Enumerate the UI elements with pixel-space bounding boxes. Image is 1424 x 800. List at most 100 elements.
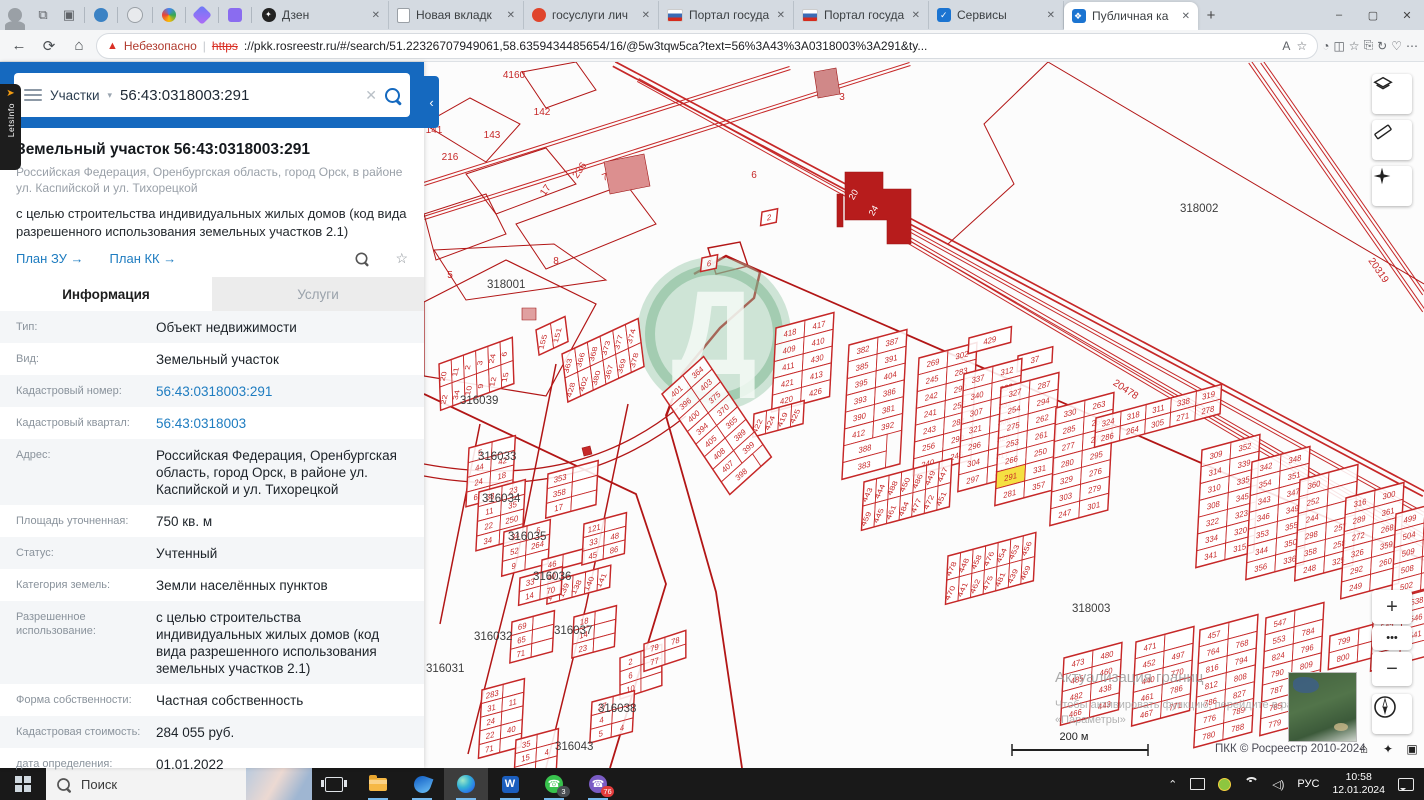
search-icon[interactable] <box>385 87 400 103</box>
antivirus-icon[interactable] <box>1218 777 1232 791</box>
parcel-cluster: 429 <box>967 325 1013 355</box>
security-warning-icon[interactable]: ▲ <box>107 40 118 52</box>
discover-icon[interactable]: ◔ <box>1322 39 1329 53</box>
scale-bar: 200 м <box>1011 731 1149 756</box>
wifi-icon[interactable] <box>1244 776 1260 792</box>
cadastral-quarter-label: 316037 <box>554 625 592 637</box>
tab-close-icon[interactable]: ✕ <box>1047 10 1055 21</box>
window-minimize-button[interactable]: – <box>1322 9 1356 21</box>
language-indicator[interactable]: РУС <box>1297 778 1319 790</box>
profile-avatar-icon[interactable] <box>5 8 25 30</box>
browser-tab[interactable]: Сервисы ✕ <box>929 1 1064 29</box>
pinned-tab-3[interactable] <box>162 8 176 22</box>
browser-tab[interactable]: Дзен ✕ <box>254 1 389 29</box>
notification-center-icon[interactable] <box>1398 777 1414 791</box>
zoom-in-button[interactable]: + <box>1372 590 1412 624</box>
panel-collapse-button[interactable]: ‹ <box>424 76 439 128</box>
cadastral-map[interactable]: Д 418 417 409 410 411 430 421 413 420 426 422 424 419… <box>424 62 1424 768</box>
browser-tab[interactable]: Портал госуда ✕ <box>659 1 794 29</box>
tab-services[interactable]: Услуги <box>212 277 424 311</box>
pinned-tab-1[interactable] <box>94 8 108 22</box>
favorite-star-icon[interactable]: ☆ <box>395 250 408 267</box>
clear-search-icon[interactable]: ✕ <box>365 87 377 104</box>
letsinfo-extension-tab[interactable]: ➤ LetsInfo <box>0 84 21 170</box>
ruler-icon <box>1374 124 1392 140</box>
plan-kk-link[interactable]: План КК → <box>110 251 177 266</box>
favorites-icon[interactable]: ☆ <box>1349 39 1360 53</box>
refresh-button[interactable]: ⟳ <box>36 37 62 55</box>
browser-tab[interactable]: Новая вкладк ✕ <box>389 1 524 29</box>
read-aloud-icon[interactable]: A <box>1282 39 1290 53</box>
basemap-switcher[interactable] <box>1288 672 1357 742</box>
layers-button[interactable] <box>1372 74 1412 114</box>
tab-label: Портал госуда <box>824 8 905 22</box>
object-description: с целью строительства индивидуальных жил… <box>16 206 407 239</box>
compass-button[interactable] <box>1372 694 1412 734</box>
more-tools-button[interactable]: ••• <box>1372 626 1412 650</box>
table-row: Форма собственности: Частная собственност… <box>0 684 424 716</box>
whatsapp-button[interactable]: ☎ 3 <box>532 768 576 800</box>
row-value-link[interactable]: 56:43:0318003 <box>156 415 408 432</box>
browser-tab-active[interactable]: Публичная ка ✕ <box>1064 2 1198 30</box>
edge-browser-button[interactable] <box>444 768 488 800</box>
browser-essentials-icon[interactable]: ♡ <box>1391 39 1402 53</box>
pinned-tab-2[interactable] <box>127 7 143 23</box>
display-icon[interactable] <box>1190 778 1206 790</box>
row-value: Земли населённых пунктов <box>156 578 328 594</box>
cadastral-map-canvas[interactable]: Д 418417409410411430421413420426422424419… <box>424 62 1424 768</box>
map-attribution: ПКК © Росреестр 2010-2024 <box>1215 743 1366 755</box>
search-category-dropdown[interactable]: Участки <box>50 88 100 103</box>
clock[interactable]: 10:58 12.01.2024 <box>1332 771 1385 797</box>
workspaces-icon[interactable]: ⧉ <box>30 7 56 23</box>
chevron-down-icon: ▾ <box>107 89 113 100</box>
tab-close-icon[interactable]: ✕ <box>912 10 920 21</box>
favorite-star-icon[interactable]: ☆ <box>1296 39 1307 53</box>
home-button[interactable]: ⌂ <box>66 37 92 54</box>
settings-menu-icon[interactable]: ⋯ <box>1406 39 1418 53</box>
tab-close-icon[interactable]: ✕ <box>642 10 650 21</box>
tab-close-icon[interactable]: ✕ <box>372 10 380 21</box>
browser-tab[interactable]: Портал госуда ✕ <box>794 1 929 29</box>
search-plan-icon[interactable] <box>355 252 368 265</box>
row-label: дата определения: <box>16 758 113 771</box>
search-input[interactable]: 56:43:0318003:291 <box>120 87 357 104</box>
parcel-cluster: 2 <box>759 207 779 227</box>
chevron-right-icon: ➤ <box>6 88 15 99</box>
viber-button[interactable]: ☎ 76 <box>576 768 620 800</box>
pinned-tab-4[interactable] <box>192 5 212 25</box>
volume-icon[interactable]: ◁) <box>1272 778 1284 791</box>
tab-information[interactable]: Информация <box>0 277 212 312</box>
split-screen-icon[interactable]: ◫ <box>1333 39 1344 53</box>
parcel-area-label: 5 <box>447 270 453 281</box>
plan-zu-link[interactable]: План ЗУ → <box>16 251 84 266</box>
row-value-link[interactable]: 56:43:0318003:291 <box>156 383 408 400</box>
building-footprint <box>836 193 844 228</box>
measure-button[interactable] <box>1372 120 1412 160</box>
tab-label: Портал госуда <box>689 8 770 22</box>
word-button[interactable]: W <box>488 768 532 800</box>
security-warning-label: Небезопасно <box>123 38 197 53</box>
window-restore-button[interactable]: ▢ <box>1356 9 1390 22</box>
divider: | <box>202 38 206 53</box>
collections-icon[interactable]: ⎘ <box>1364 38 1374 53</box>
tab-close-icon[interactable]: ✕ <box>507 10 515 21</box>
window-close-button[interactable]: ✕ <box>1390 9 1424 22</box>
back-button[interactable]: ← <box>6 37 32 54</box>
browser-tab[interactable]: госуслуги лич ✕ <box>524 1 659 29</box>
zoom-out-button[interactable]: − <box>1372 652 1412 686</box>
menu-icon[interactable] <box>24 89 42 101</box>
locate-button[interactable] <box>1372 166 1412 206</box>
parcel-cluster: 4784484584764544534564704414624754814394… <box>943 531 1037 606</box>
center-map-icon: ✦ <box>1383 742 1393 756</box>
search-bar[interactable]: Участки ▾ 56:43:0318003:291 ✕ <box>14 73 410 117</box>
vertical-tabs-icon[interactable]: ▣ <box>56 7 82 23</box>
row-value: 01.01.2022 <box>156 757 224 773</box>
tab-close-icon[interactable]: ✕ <box>1182 11 1190 22</box>
tab-close-icon[interactable]: ✕ <box>777 10 785 21</box>
history-icon[interactable]: ↻ <box>1377 39 1387 53</box>
new-tab-button[interactable]: + <box>1198 7 1224 24</box>
address-bar[interactable]: ▲ Небезопасно | https ://pkk.rosreestr.r… <box>96 32 1319 59</box>
pinned-tab-5[interactable] <box>228 8 242 22</box>
hidden-icons-chevron[interactable]: ⌃ <box>1168 778 1177 791</box>
row-value: Объект недвижимости <box>156 320 297 336</box>
